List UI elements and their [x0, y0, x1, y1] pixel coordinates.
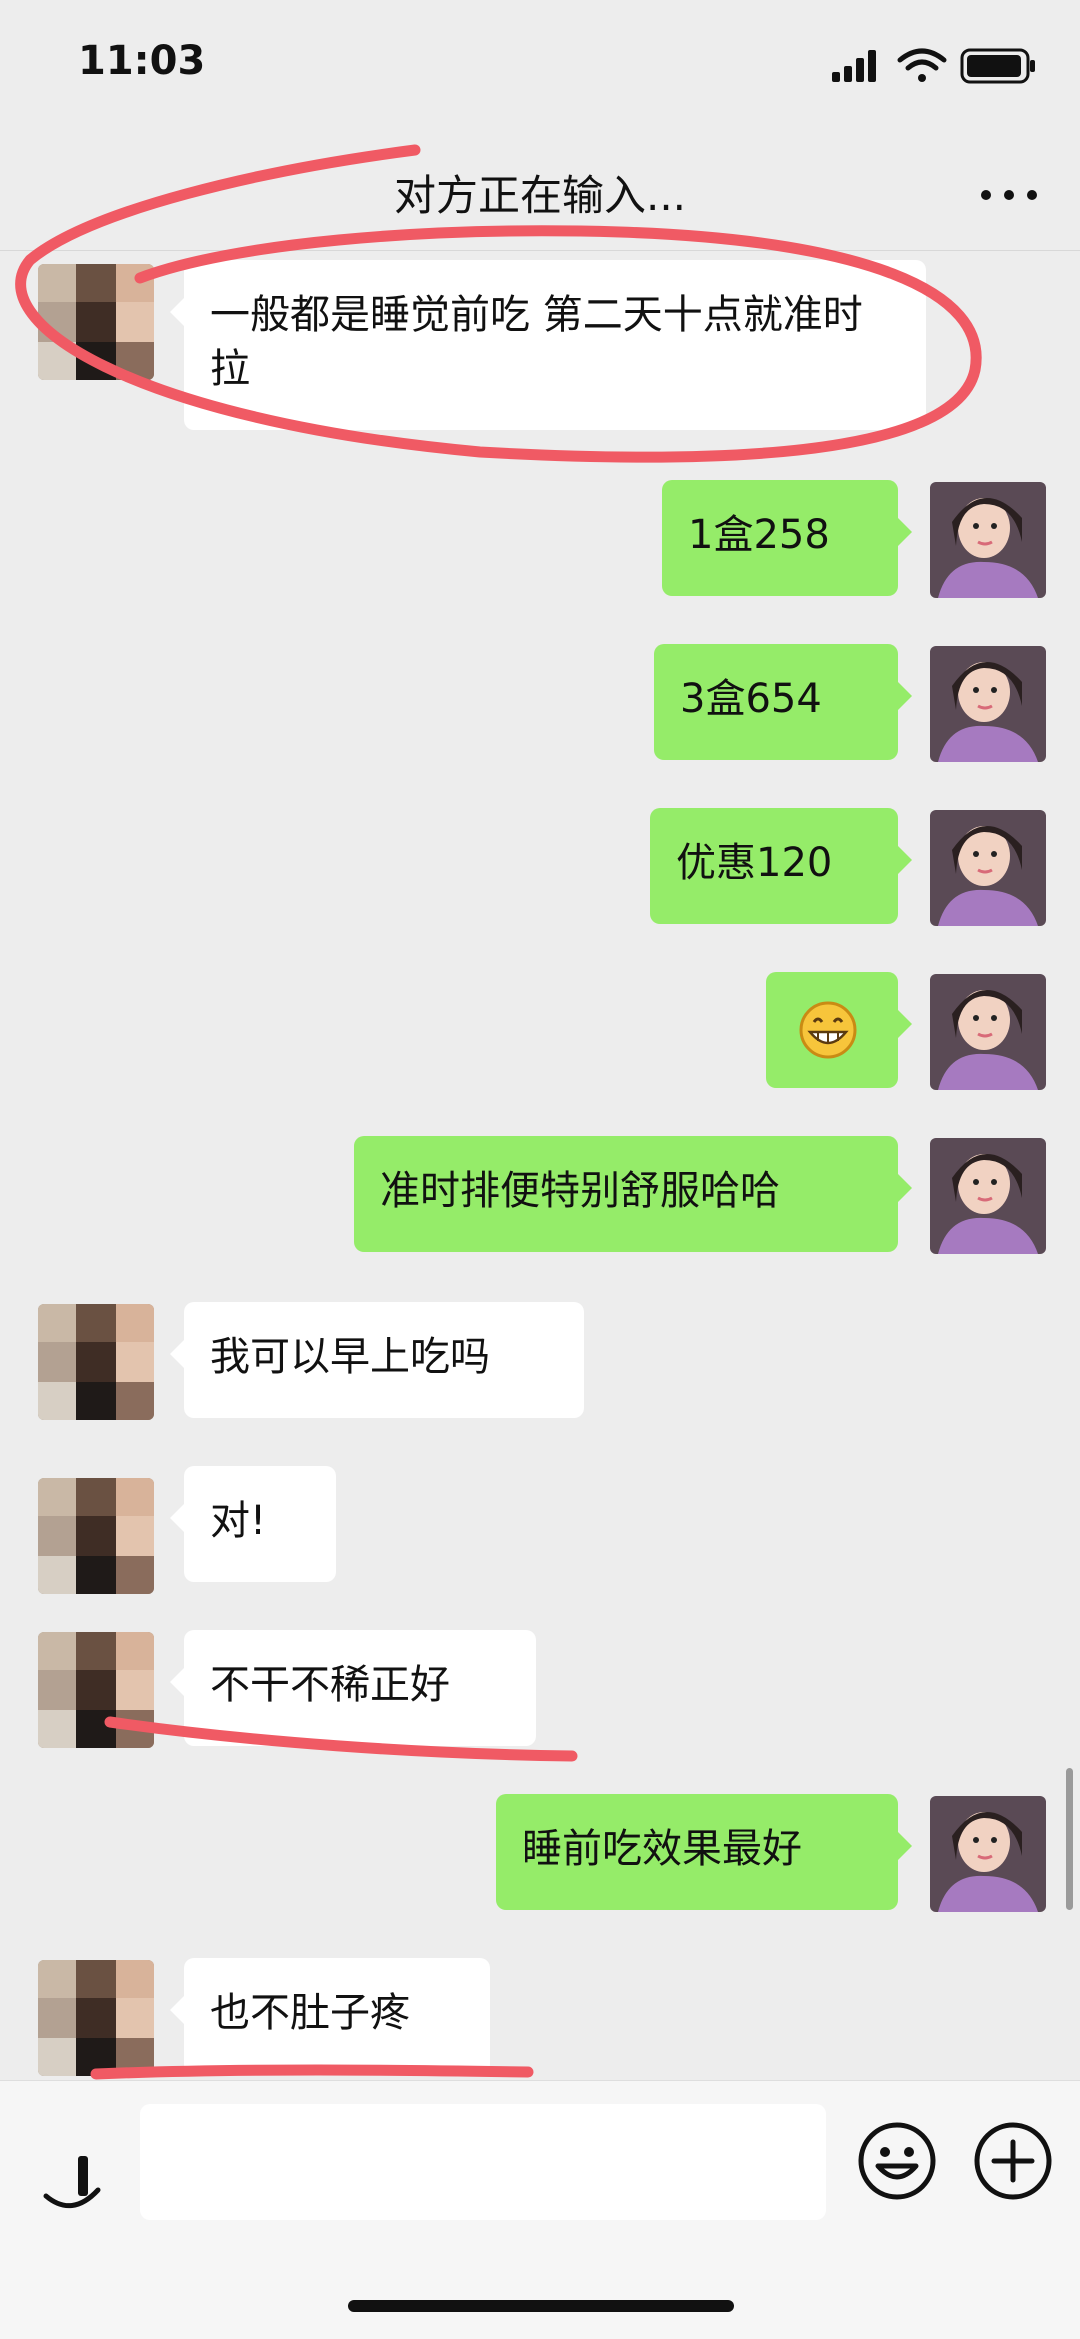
message-bubble-incoming[interactable]: 我可以早上吃吗 [170, 1302, 584, 1418]
message-bubble-incoming[interactable]: 一般都是睡觉前吃 第二天十点就准时拉 [170, 260, 926, 430]
plus-icon[interactable] [972, 2120, 1054, 2202]
status-time: 11:03 [78, 38, 206, 84]
message-bubble-outgoing[interactable]: 准时排便特别舒服哈哈 [354, 1136, 912, 1252]
message-bubble-incoming[interactable]: 也不肚子疼 [170, 1958, 490, 2074]
self-avatar[interactable] [930, 810, 1046, 926]
voice-icon[interactable] [38, 2140, 114, 2216]
scrollbar[interactable] [1066, 1768, 1073, 1910]
more-icon[interactable] [974, 180, 1044, 210]
contact-avatar[interactable] [38, 1478, 154, 1594]
message-bubble-outgoing[interactable]: 3盒654 [654, 644, 912, 760]
status-icons [832, 48, 1035, 84]
self-avatar[interactable] [930, 646, 1046, 762]
self-avatar[interactable] [930, 1796, 1046, 1912]
contact-avatar[interactable] [38, 1960, 154, 2076]
self-avatar[interactable] [930, 1138, 1046, 1254]
chat-header: 对方正在输入... [0, 130, 1080, 251]
home-indicator [348, 2300, 734, 2312]
self-avatar[interactable] [930, 974, 1046, 1090]
message-bubble-outgoing[interactable]: 优惠120 [650, 808, 912, 924]
self-avatar[interactable] [930, 482, 1046, 598]
contact-avatar[interactable] [38, 1304, 154, 1420]
message-input[interactable] [140, 2104, 826, 2220]
wifi-icon [897, 48, 947, 82]
grinning-emoji-icon [799, 1001, 857, 1059]
emoji-icon[interactable] [856, 2120, 938, 2202]
message-bubble-outgoing[interactable] [766, 972, 912, 1088]
contact-avatar[interactable] [38, 1632, 154, 1748]
contact-avatar[interactable] [38, 264, 154, 380]
chat-title: 对方正在输入... [393, 171, 687, 220]
battery-icon [960, 48, 1035, 84]
message-bubble-incoming[interactable]: 对! [170, 1466, 336, 1582]
signal-icon [832, 50, 876, 82]
message-bubble-outgoing[interactable]: 睡前吃效果最好 [496, 1794, 912, 1910]
message-bubble-incoming[interactable]: 不干不稀正好 [170, 1630, 536, 1746]
status-bar: 11:03 [0, 0, 1080, 130]
message-bubble-outgoing[interactable]: 1盒258 [662, 480, 912, 596]
